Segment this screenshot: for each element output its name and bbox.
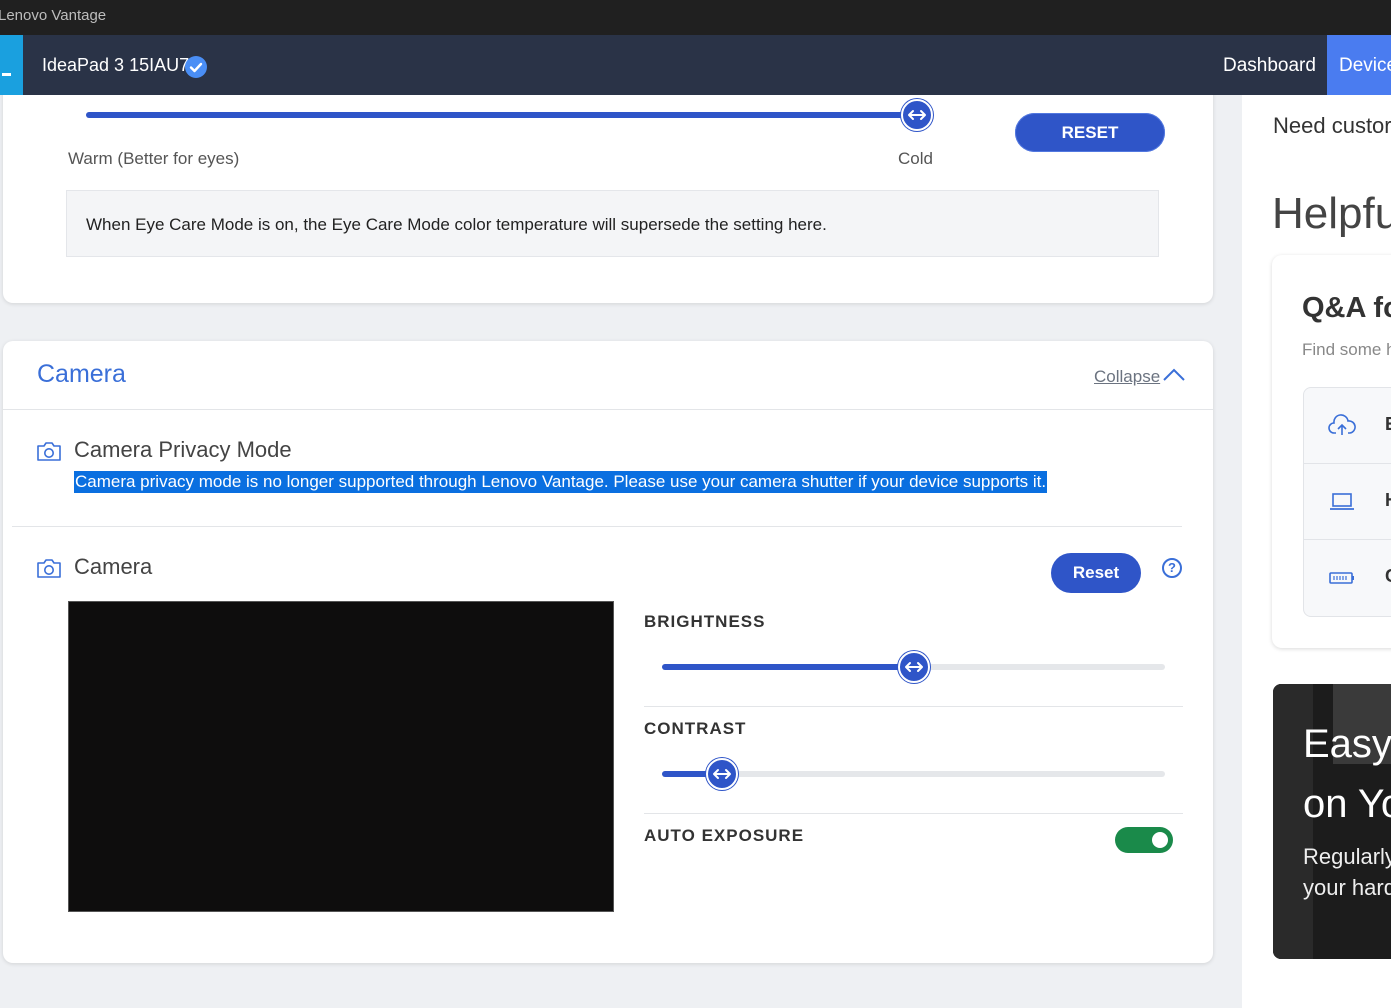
window-title: Lenovo Vantage [0, 7, 107, 24]
nav-device-label: Device [1339, 55, 1391, 76]
camera-card: Camera Collapse Camera Privacy Mode Came… [3, 341, 1213, 963]
brightness-slider[interactable] [662, 651, 1165, 683]
camera-section-title: Camera [37, 360, 126, 388]
qa-item[interactable]: E [1304, 388, 1391, 464]
qa-subtitle: Find some h [1302, 340, 1391, 359]
brightness-knob[interactable] [898, 651, 930, 683]
need-support-link[interactable]: Need custor [1273, 113, 1391, 139]
camera-row-title: Camera [74, 554, 153, 579]
eye-care-note: When Eye Care Mode is on, the Eye Care M… [66, 190, 1159, 257]
laptop-icon [1330, 493, 1354, 510]
brightness-divider [644, 706, 1183, 707]
app-header: IdeaPad 3 15IAU7 Dashboard Device [0, 35, 1391, 95]
collapse-link[interactable]: Collapse [1094, 367, 1160, 387]
double-arrow-icon [713, 769, 731, 779]
camera-header-divider [3, 409, 1213, 410]
brightness-label: BRIGHTNESS [644, 612, 766, 631]
battery-icon [1329, 572, 1354, 584]
privacy-mode-description: Camera privacy mode is no longer support… [74, 471, 1048, 493]
double-arrow-icon [905, 662, 923, 672]
verified-check-icon [185, 56, 207, 78]
right-panel: Need custor Helpfu Q&A fc Find some h E … [1242, 95, 1391, 1008]
auto-exposure-toggle[interactable] [1115, 827, 1173, 853]
contrast-knob[interactable] [706, 758, 738, 790]
privacy-mode-title: Camera Privacy Mode [74, 437, 292, 462]
lenovo-logo[interactable] [0, 35, 23, 95]
color-temp-slider[interactable] [86, 99, 933, 131]
qa-item-label: E [1385, 414, 1391, 435]
main-content: Warm (Better for eyes) Cold RESET When E… [0, 95, 1242, 1008]
color-temp-fill [86, 112, 931, 118]
color-temperature-card: Warm (Better for eyes) Cold RESET When E… [3, 95, 1213, 303]
contrast-divider [644, 813, 1183, 814]
promo-text-line1: Regularly [1303, 844, 1391, 869]
nav-dashboard[interactable]: Dashboard [1223, 55, 1316, 77]
auto-exposure-label: AUTO EXPOSURE [644, 826, 805, 845]
contrast-slider[interactable] [662, 758, 1165, 790]
camera-reset-button[interactable]: Reset [1051, 553, 1141, 593]
double-arrow-icon [908, 110, 926, 120]
privacy-divider [12, 526, 1182, 527]
cloud-upload-icon [1328, 414, 1356, 435]
qa-item[interactable]: C [1304, 540, 1391, 616]
promo-text-line2: your hard [1303, 875, 1391, 900]
eye-care-note-text: When Eye Care Mode is on, the Eye Care M… [86, 215, 827, 234]
nav-device[interactable]: Device [1327, 35, 1391, 95]
qa-item-label: C [1385, 566, 1391, 587]
qa-item[interactable]: H [1304, 464, 1391, 540]
camera-preview [68, 601, 614, 912]
chevron-up-icon[interactable] [1161, 365, 1187, 385]
help-icon[interactable]: ? [1162, 558, 1182, 578]
qa-item-label: H [1385, 490, 1391, 511]
camera-icon [37, 559, 61, 578]
color-temp-knob[interactable] [901, 99, 933, 131]
window-titlebar: Lenovo Vantage [0, 0, 1391, 35]
warm-label: Warm (Better for eyes) [68, 149, 240, 168]
contrast-label: CONTRAST [644, 719, 747, 738]
promo-banner[interactable]: Easy on Yo Regularly your hard [1273, 684, 1391, 959]
qa-card: Q&A fc Find some h E H [1272, 255, 1391, 648]
helpful-heading: Helpfu [1272, 189, 1391, 238]
brightness-fill [662, 664, 914, 670]
camera-icon [37, 442, 61, 461]
cold-label: Cold [898, 149, 933, 168]
qa-list: E H C [1303, 387, 1391, 617]
promo-heading-line2: on Yo [1303, 782, 1391, 826]
promo-heading-line1: Easy [1303, 722, 1391, 766]
qa-title: Q&A fc [1302, 292, 1391, 324]
device-name: IdeaPad 3 15IAU7 [42, 55, 190, 75]
color-temp-reset-button[interactable]: RESET [1015, 113, 1165, 152]
